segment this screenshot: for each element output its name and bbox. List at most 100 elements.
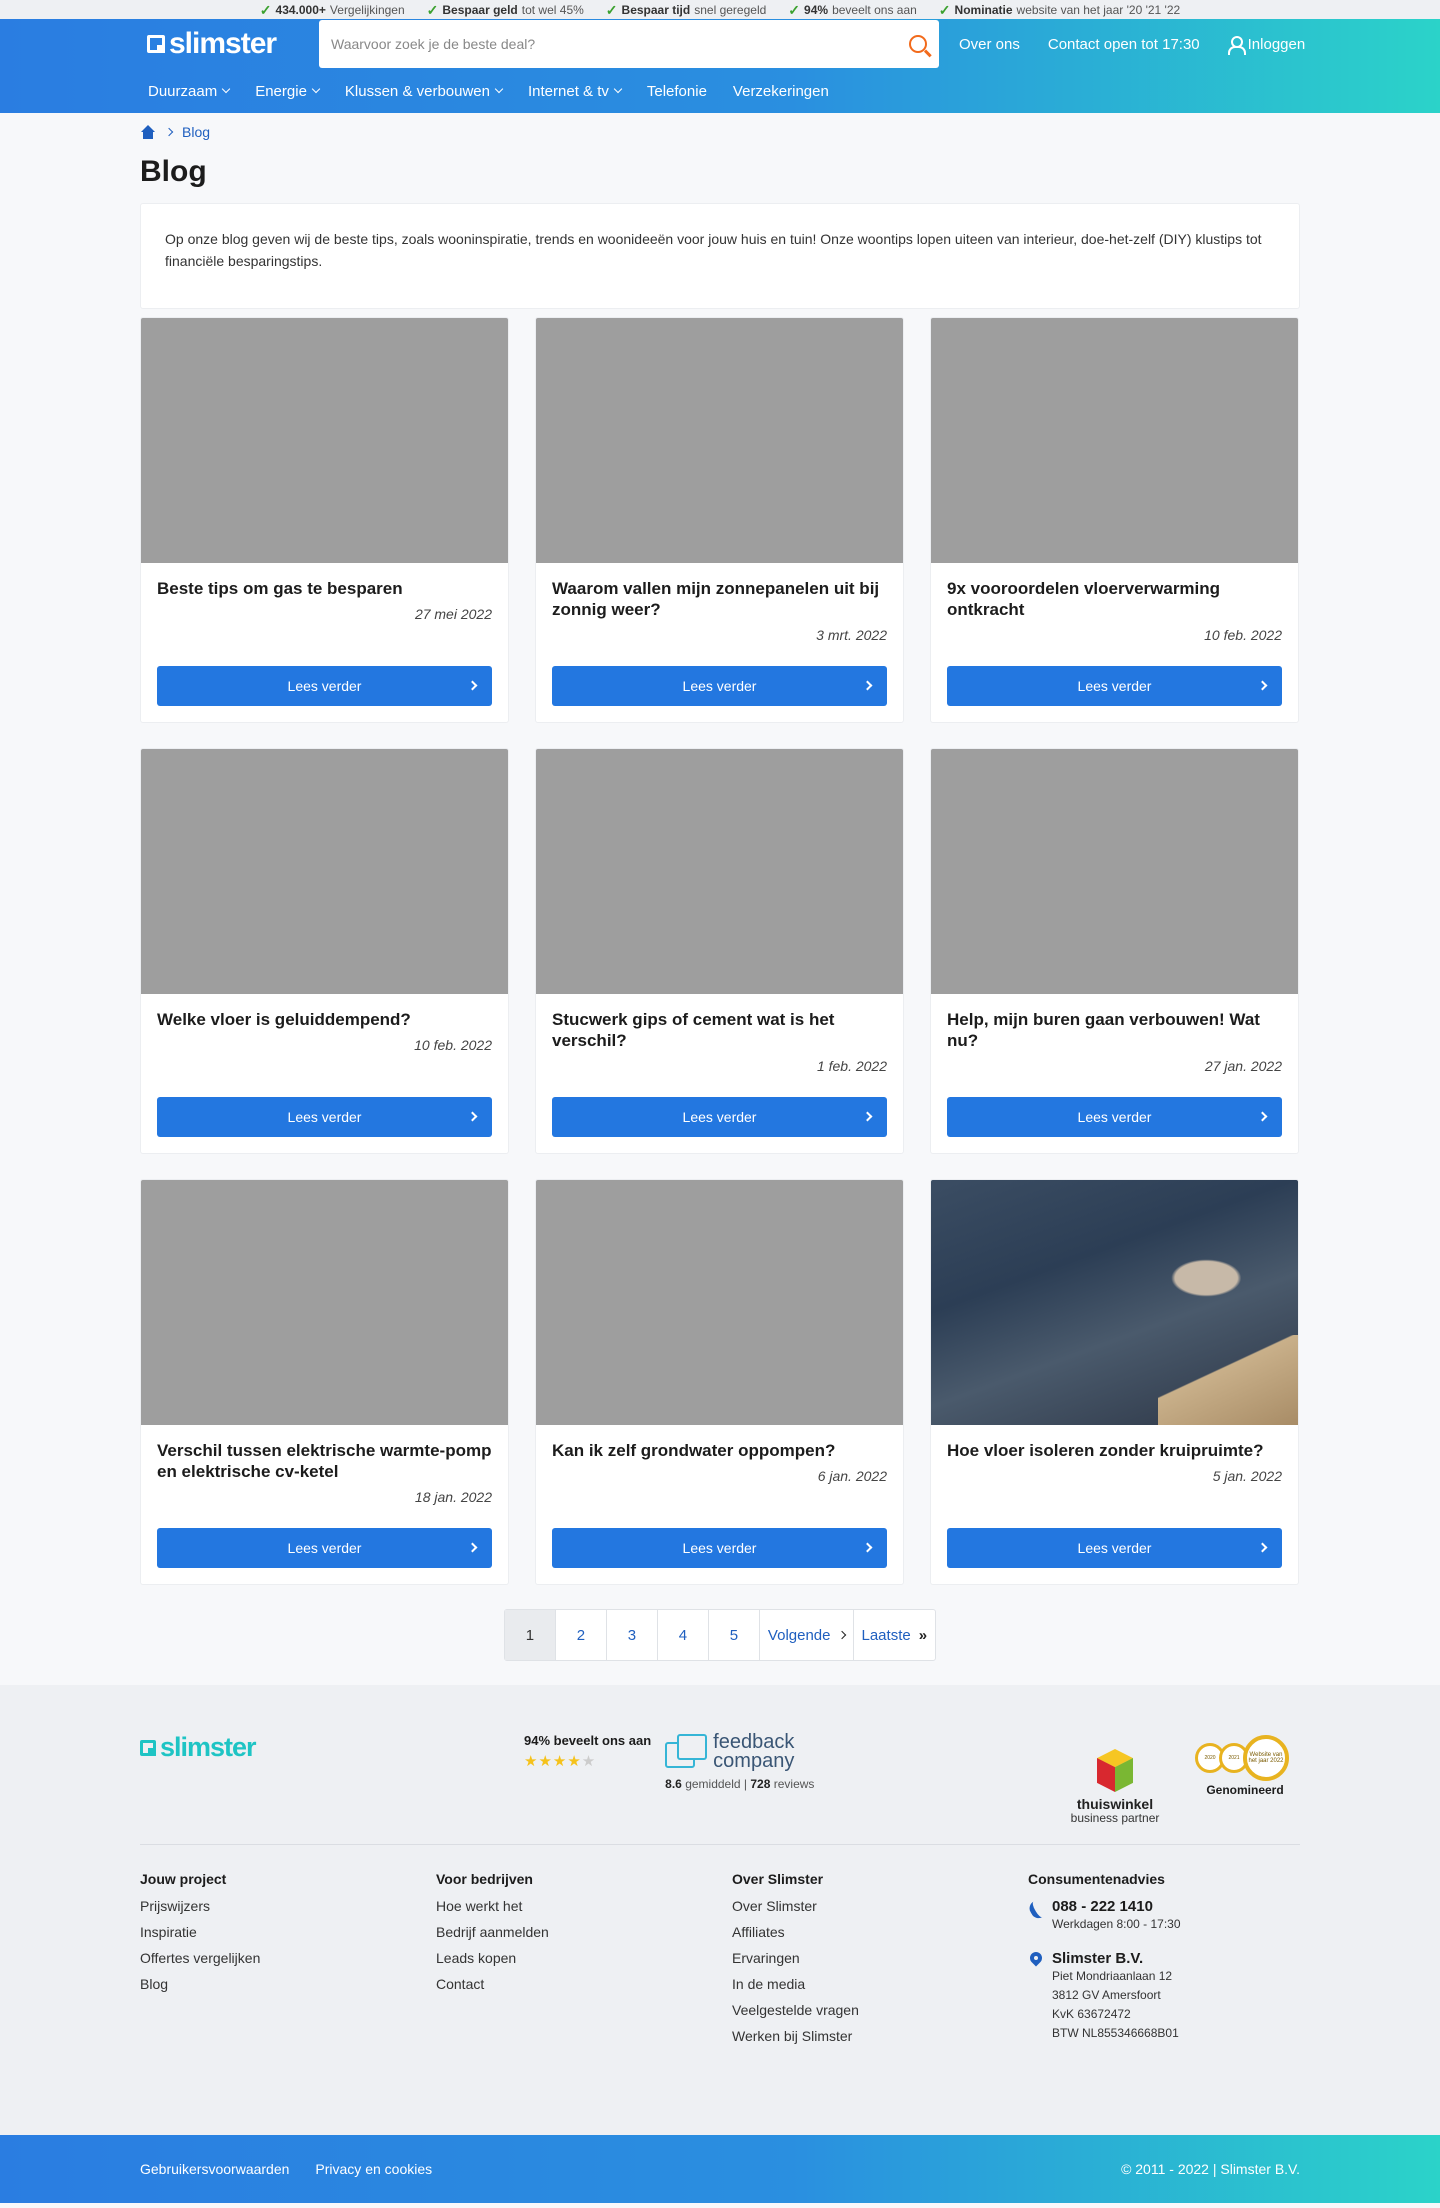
- nav-label: Verzekeringen: [732, 82, 829, 100]
- terms-link[interactable]: Gebruikersvoorwaarden: [140, 2161, 289, 2177]
- breadcrumb-blog[interactable]: Blog: [182, 124, 210, 140]
- footer-link[interactable]: Blog: [140, 1976, 436, 1992]
- check-icon: ✓: [259, 1, 272, 18]
- footer-link[interactable]: Prijswijzers: [140, 1898, 436, 1914]
- footer-link[interactable]: Ervaringen: [732, 1950, 1028, 1966]
- usp-text: website van het jaar '20 '21 '22: [1016, 2, 1181, 17]
- usp-bold: 94%: [804, 2, 829, 17]
- search-icon[interactable]: [909, 35, 927, 53]
- chevron-right-icon: [862, 680, 873, 691]
- chevron-right-icon: [1257, 680, 1268, 691]
- read-more-label: Lees verder: [682, 1540, 757, 1556]
- nav-item-klussen[interactable]: Klussen & verbouwen: [345, 83, 504, 100]
- footer-col-project: Jouw project Prijswijzers Inspiratie Off…: [140, 1871, 436, 2135]
- card-title[interactable]: 9x vooroordelen vloerverwarming ontkrach…: [947, 578, 1282, 620]
- card-date: 1 feb. 2022: [816, 1058, 887, 1074]
- blog-card: Verschil tussen elektrische warmte-pomp …: [140, 1179, 509, 1585]
- page-button[interactable]: 2: [556, 1610, 607, 1660]
- footer-link[interactable]: Affiliates: [732, 1924, 1028, 1940]
- read-more-button[interactable]: Lees verder: [552, 1528, 887, 1568]
- read-more-button[interactable]: Lees verder: [552, 1097, 887, 1137]
- card-date: 10 feb. 2022: [1204, 627, 1282, 643]
- card-image[interactable]: [141, 749, 508, 994]
- card-date: 27 jan. 2022: [1204, 1058, 1282, 1074]
- card-photo[interactable]: [931, 1180, 1298, 1425]
- read-more-button[interactable]: Lees verder: [157, 1097, 492, 1137]
- page-button[interactable]: 5: [709, 1610, 760, 1660]
- copyright: © 2011 - 2022 | Slimster B.V.: [1121, 2161, 1300, 2177]
- main-nav: Duurzaam Energie Klussen & verbouwen Int…: [0, 69, 1440, 113]
- nav-item-internet[interactable]: Internet & tv: [528, 83, 623, 100]
- site-logo[interactable]: slimster: [147, 27, 319, 61]
- footer-link[interactable]: Werken bij Slimster: [732, 2028, 1028, 2044]
- last-label: Laatste: [861, 1626, 911, 1644]
- footer-link[interactable]: Over Slimster: [732, 1898, 1028, 1914]
- read-more-button[interactable]: Lees verder: [157, 666, 492, 706]
- about-link[interactable]: Over ons: [959, 36, 1020, 53]
- nav-label: Duurzaam: [148, 82, 218, 100]
- read-more-label: Lees verder: [287, 1540, 362, 1556]
- card-title[interactable]: Hoe vloer isoleren zonder kruipruimte?: [947, 1440, 1282, 1461]
- footer-logo[interactable]: slimster: [140, 1732, 524, 1763]
- award-label: Genomineerd: [1206, 1783, 1284, 1797]
- footer-link[interactable]: Leads kopen: [436, 1950, 732, 1966]
- search-input[interactable]: [331, 36, 909, 52]
- footer-link[interactable]: Veelgestelde vragen: [732, 2002, 1028, 2018]
- feedback-reviews-label: reviews: [773, 1777, 815, 1791]
- login-button[interactable]: Inloggen: [1227, 35, 1305, 55]
- card-title[interactable]: Stucwerk gips of cement wat is het versc…: [552, 1009, 887, 1051]
- read-more-button[interactable]: Lees verder: [552, 666, 887, 706]
- nav-item-energie[interactable]: Energie: [255, 83, 321, 100]
- phone-number[interactable]: 088 - 222 1410: [1052, 1898, 1181, 1915]
- card-image[interactable]: [141, 1180, 508, 1425]
- usp-text: beveelt ons aan: [832, 2, 917, 17]
- nav-item-duurzaam[interactable]: Duurzaam: [148, 82, 231, 100]
- card-title[interactable]: Verschil tussen elektrische warmte-pomp …: [157, 1440, 492, 1482]
- card-image[interactable]: [536, 1180, 903, 1425]
- award-badge[interactable]: 2020 2021 Website van het jaar 2022 Geno…: [1190, 1733, 1300, 1797]
- card-image[interactable]: [536, 318, 903, 563]
- read-more-button[interactable]: Lees verder: [947, 1528, 1282, 1568]
- next-page-button[interactable]: Volgende: [760, 1610, 854, 1660]
- home-icon[interactable]: [140, 125, 156, 139]
- address-row: Slimster B.V. Piet Mondriaanlaan 12 3812…: [1028, 1950, 1300, 2043]
- card-title[interactable]: Welke vloer is geluiddempend?: [157, 1009, 492, 1030]
- usp-bold: Bespaar geld: [442, 2, 518, 17]
- header-top: slimster Over ons Contact open tot 17:30…: [0, 19, 1440, 69]
- read-more-label: Lees verder: [1077, 1540, 1152, 1556]
- card-title[interactable]: Beste tips om gas te besparen: [157, 578, 492, 599]
- page-button[interactable]: 4: [658, 1610, 709, 1660]
- usp-bold: Nominatie: [954, 2, 1013, 17]
- read-more-button[interactable]: Lees verder: [947, 1097, 1282, 1137]
- card-image[interactable]: [141, 318, 508, 563]
- footer-link[interactable]: Contact: [436, 1976, 732, 1992]
- thuiswinkel-badge[interactable]: thuiswinkel business partner: [1060, 1749, 1170, 1825]
- footer-link[interactable]: In de media: [732, 1976, 1028, 1992]
- card-body: Welke vloer is geluiddempend? 10 feb. 20…: [141, 994, 508, 1153]
- card-image[interactable]: [931, 749, 1298, 994]
- footer-col-title: Jouw project: [140, 1871, 227, 1887]
- page-button[interactable]: 1: [504, 1610, 556, 1660]
- read-more-button[interactable]: Lees verder: [947, 666, 1282, 706]
- card-image[interactable]: [931, 318, 1298, 563]
- feedback-logo-row: feedback company: [665, 1732, 814, 1771]
- footer-link[interactable]: Inspiratie: [140, 1924, 436, 1940]
- footer-link[interactable]: Hoe werkt het: [436, 1898, 732, 1914]
- page-button[interactable]: 3: [607, 1610, 658, 1660]
- footer-link[interactable]: Offertes vergelijken: [140, 1950, 436, 1966]
- card-title[interactable]: Waarom vallen mijn zonnepanelen uit bij …: [552, 578, 887, 620]
- contact-link[interactable]: Contact open tot 17:30: [1048, 36, 1200, 53]
- card-title[interactable]: Kan ik zelf grondwater oppompen?: [552, 1440, 887, 1461]
- blog-card: Beste tips om gas te besparen 27 mei 202…: [140, 317, 509, 723]
- last-page-button[interactable]: Laatste »: [854, 1610, 936, 1660]
- card-title[interactable]: Help, mijn buren gaan verbouwen! Wat nu?: [947, 1009, 1282, 1051]
- nav-item-verzekeringen[interactable]: Verzekeringen: [733, 83, 829, 100]
- footer-badges: slimster 94% beveelt ons aan ★★★★★ feedb…: [140, 1725, 1300, 1845]
- recommend-score: 94% beveelt ons aan ★★★★★: [524, 1733, 651, 1770]
- read-more-button[interactable]: Lees verder: [157, 1528, 492, 1568]
- footer-link[interactable]: Bedrijf aanmelden: [436, 1924, 732, 1940]
- privacy-link[interactable]: Privacy en cookies: [315, 2161, 432, 2177]
- feedback-company-badge[interactable]: 94% beveelt ons aan ★★★★★ feedback compan…: [524, 1732, 815, 1791]
- card-image[interactable]: [536, 749, 903, 994]
- nav-item-telefonie[interactable]: Telefonie: [647, 83, 707, 100]
